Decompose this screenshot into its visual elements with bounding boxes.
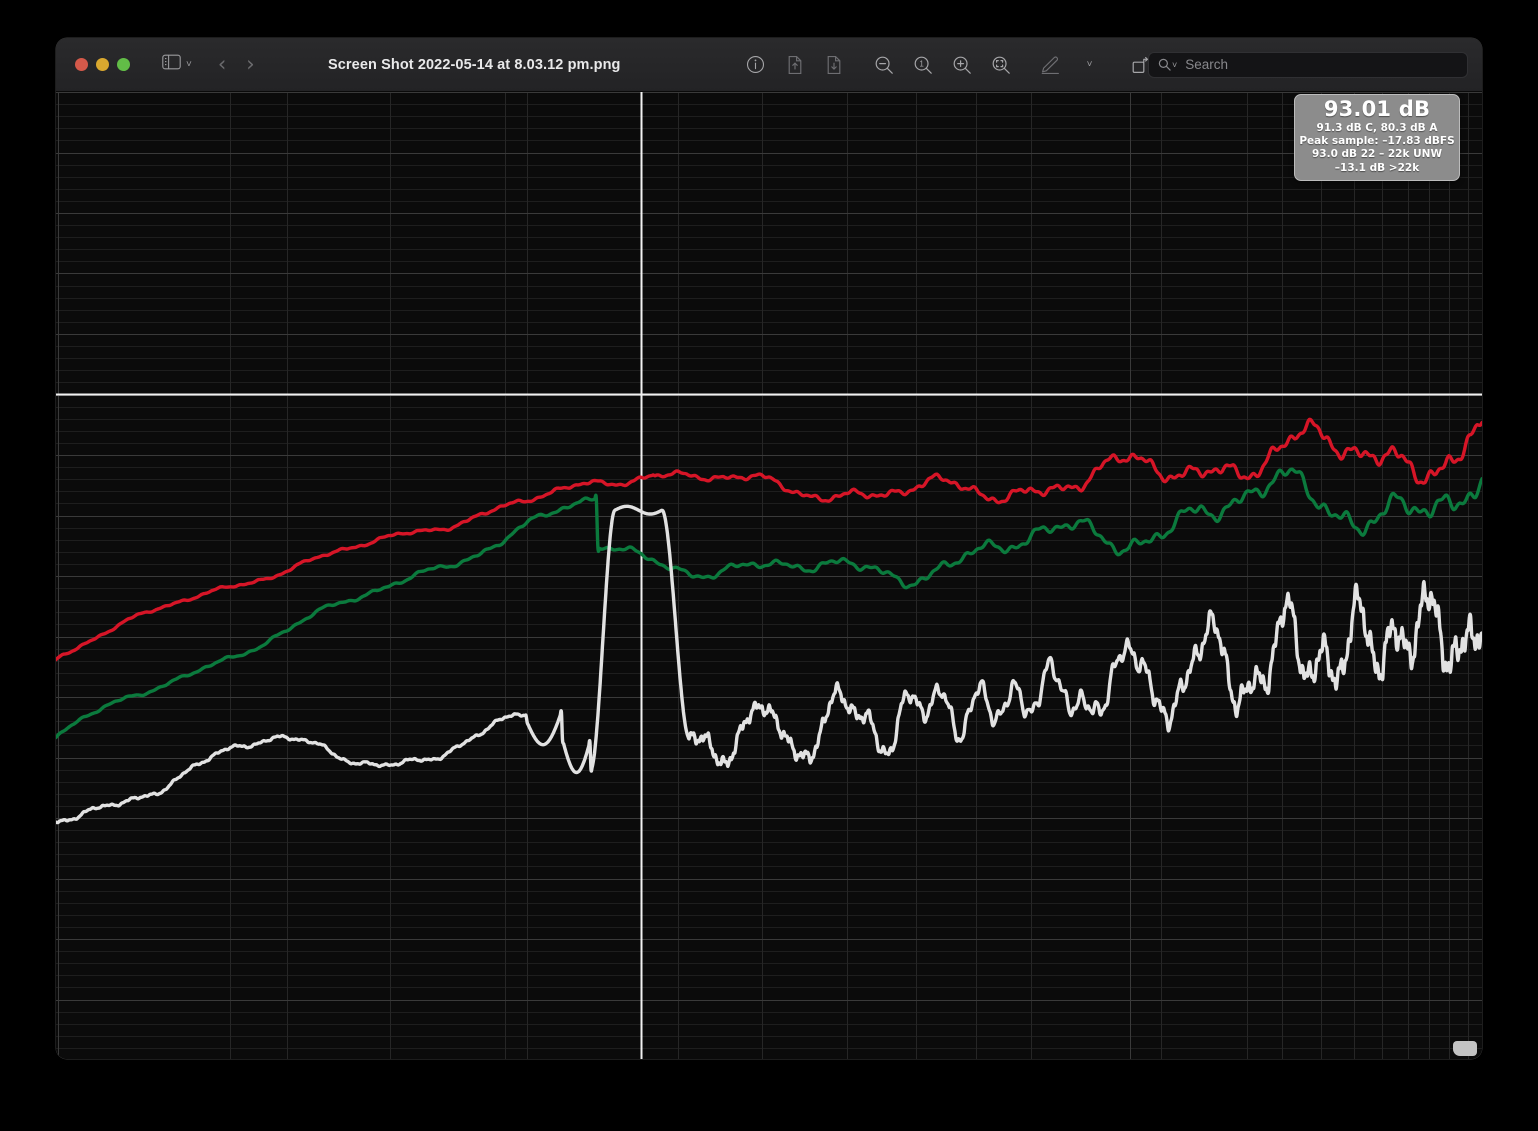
- page-up-icon[interactable]: [775, 38, 814, 91]
- close-window-button[interactable]: [75, 58, 88, 71]
- sidebar-toggle-group[interactable]: ˅: [162, 54, 192, 75]
- window-titlebar: ˅ ‹ › Screen Shot 2022-05-14 at 8.03.12 …: [56, 38, 1482, 92]
- navigation-buttons: ‹ ›: [218, 54, 255, 75]
- svg-text:1: 1: [919, 59, 924, 68]
- window-resize-handle[interactable]: [1453, 1041, 1477, 1056]
- spectrum-analyzer-plot: [56, 92, 1482, 1059]
- maximize-window-button[interactable]: [117, 58, 130, 71]
- search-scope-caret-icon[interactable]: ˅: [1172, 60, 1177, 70]
- screenshot-root: ˅ ‹ › Screen Shot 2022-05-14 at 8.03.12 …: [0, 0, 1538, 1131]
- search-icon: [1158, 58, 1171, 71]
- markup-pen-icon[interactable]: [1031, 38, 1070, 91]
- back-button[interactable]: ‹: [218, 54, 226, 75]
- level-readout-panel: 93.01 dB 91.3 dB C, 80.3 dB A Peak sampl…: [1294, 94, 1460, 182]
- page-down-icon[interactable]: [814, 38, 853, 91]
- markup-caret-icon[interactable]: ˅: [1070, 38, 1109, 91]
- chevron-down-icon[interactable]: ˅: [186, 59, 192, 70]
- preview-window: ˅ ‹ › Screen Shot 2022-05-14 at 8.03.12 …: [56, 38, 1482, 1059]
- image-canvas: 93.01 dB 91.3 dB C, 80.3 dB A Peak sampl…: [56, 92, 1482, 1059]
- forward-button[interactable]: ›: [246, 54, 254, 75]
- traffic-lights: [75, 58, 130, 71]
- zoom-in-icon[interactable]: [942, 38, 981, 91]
- search-field[interactable]: ˅ Search: [1148, 51, 1468, 78]
- zoom-fit-icon[interactable]: [981, 38, 1020, 91]
- search-placeholder: Search: [1185, 57, 1229, 72]
- chevron-down-glyph: ˅: [1086, 59, 1093, 70]
- readout-line-1: 91.3 dB C, 80.3 dB A: [1316, 121, 1438, 134]
- info-icon[interactable]: [736, 38, 775, 91]
- readout-line-3: 93.0 dB 22 – 22k UNW: [1311, 148, 1443, 161]
- sidebar-icon[interactable]: [162, 54, 181, 75]
- readout-main-value: 93.01 dB: [1323, 97, 1431, 121]
- readout-line-2: Peak sample: –17.83 dBFS: [1299, 134, 1455, 147]
- readout-line-4: –13.1 dB >22k: [1334, 161, 1420, 174]
- zoom-actual-icon[interactable]: 1: [903, 38, 942, 91]
- document-title: Screen Shot 2022-05-14 at 8.03.12 pm.png: [328, 56, 621, 73]
- zoom-out-icon[interactable]: [864, 38, 903, 91]
- minimize-window-button[interactable]: [96, 58, 109, 71]
